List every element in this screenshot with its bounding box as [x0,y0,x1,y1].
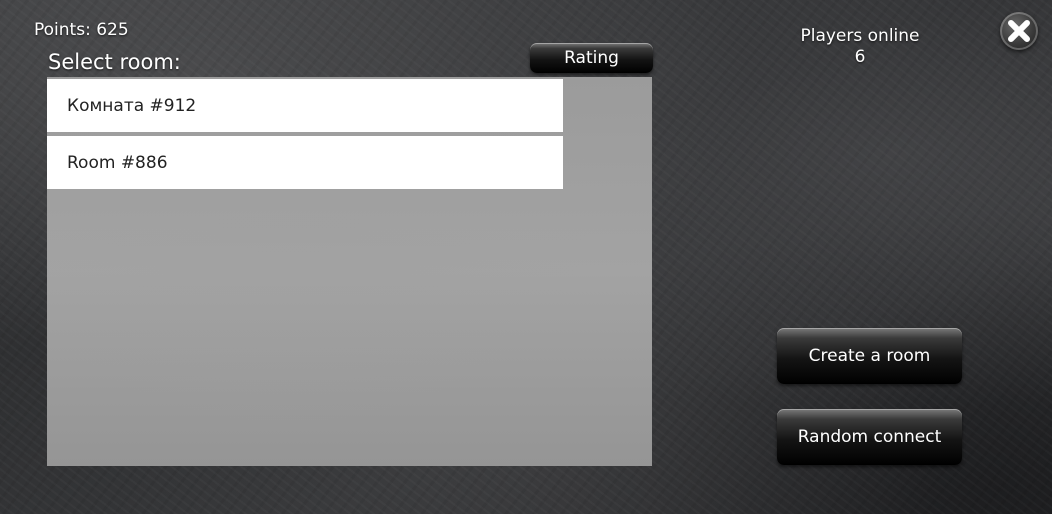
rating-button[interactable]: Rating [530,43,653,73]
room-item[interactable]: Комната #912 [47,79,563,132]
players-online-count: 6 [854,47,866,67]
room-item-label: Комната #912 [67,95,197,116]
players-online: Players online 6 [780,26,940,68]
create-room-button[interactable]: Create a room [777,328,962,384]
room-item-label: Room #886 [67,152,168,173]
random-connect-button[interactable]: Random connect [777,409,962,465]
close-icon [1008,20,1030,42]
points-counter: Points: 625 [34,20,129,40]
room-list: Комната #912 Room #886 [47,79,563,193]
players-online-label: Players online [800,26,920,46]
room-list-panel[interactable]: Комната #912 Room #886 [47,77,652,466]
close-button[interactable] [1000,12,1038,50]
room-item[interactable]: Room #886 [47,136,563,189]
select-room-label: Select room: [48,50,181,74]
